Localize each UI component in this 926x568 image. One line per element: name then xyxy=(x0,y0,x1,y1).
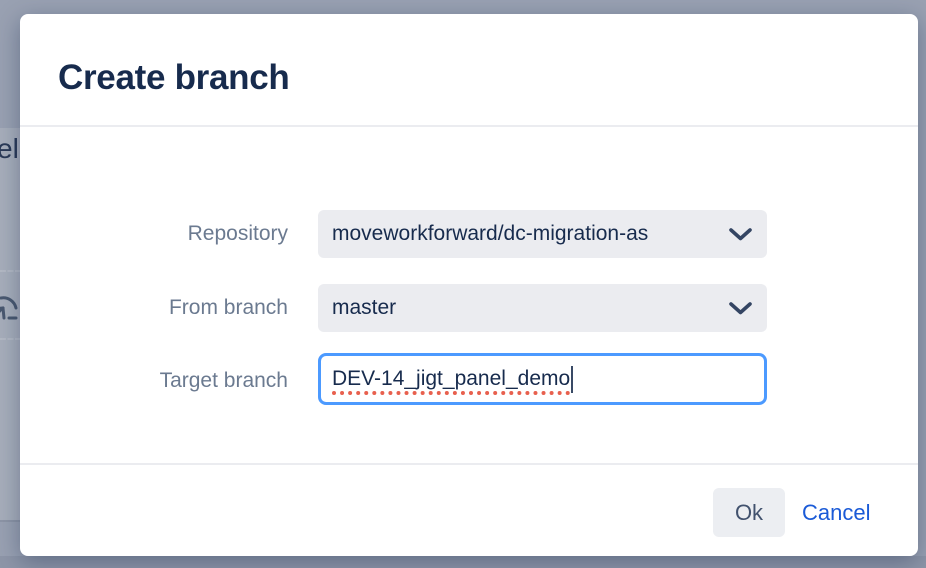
repository-select-value: moveworkforward/dc-migration-as xyxy=(332,222,649,245)
backdrop-dashed-divider xyxy=(0,338,21,340)
chevron-down-icon xyxy=(728,227,753,242)
backdrop-clipped-text: el xyxy=(0,133,19,164)
from-branch-label: From branch xyxy=(168,296,288,319)
from-branch-select[interactable]: master xyxy=(318,284,767,332)
header-divider xyxy=(20,125,918,127)
chevron-down-icon xyxy=(728,301,753,316)
create-branch-dialog: Create branch Repository moveworkforward… xyxy=(20,14,918,556)
target-branch-input-value: DEV-14_jigt_panel_demo xyxy=(332,367,571,390)
footer-divider xyxy=(20,463,918,465)
backdrop-dashed-divider xyxy=(0,270,21,272)
target-branch-label: Target branch xyxy=(159,369,288,392)
repository-label: Repository xyxy=(187,222,288,245)
from-branch-select-value: master xyxy=(332,296,397,319)
target-branch-input[interactable]: DEV-14_jigt_panel_demo xyxy=(318,353,767,405)
ok-button[interactable]: Ok xyxy=(713,488,785,537)
repository-select[interactable]: moveworkforward/dc-migration-as xyxy=(318,210,767,258)
cancel-button[interactable]: Cancel xyxy=(802,488,870,537)
dialog-title: Create branch xyxy=(58,58,290,97)
backdrop-bottom-band xyxy=(0,556,926,568)
text-cursor xyxy=(571,365,574,393)
screen: el Create branch Repository moveworkforw… xyxy=(0,0,926,568)
backdrop-divider xyxy=(0,520,20,522)
